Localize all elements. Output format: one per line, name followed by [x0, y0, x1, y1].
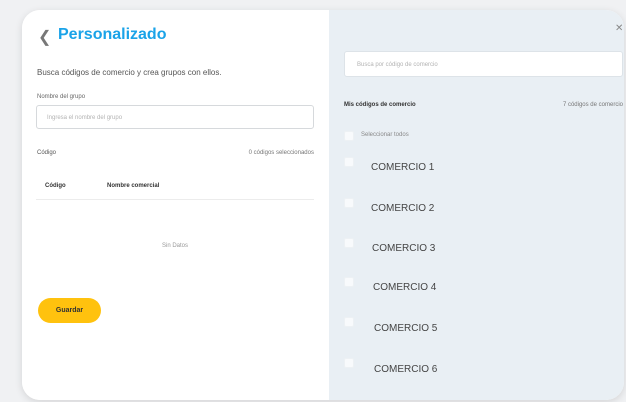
list-item-comercio-4[interactable]: COMERCIO 4	[344, 277, 614, 293]
close-icon[interactable]: ✕	[615, 23, 623, 34]
column-header-code: Código	[45, 183, 66, 189]
item-checkbox[interactable]	[344, 238, 354, 248]
item-checkbox[interactable]	[344, 277, 354, 287]
left-panel: ❮ Personalizado Busca códigos de comerci…	[22, 10, 329, 400]
table-header-divider	[36, 199, 314, 200]
description-text: Busca códigos de comercio y crea grupos …	[37, 68, 222, 77]
item-checkbox[interactable]	[344, 358, 354, 368]
item-label: COMERCIO 3	[372, 243, 436, 254]
my-codes-label: Mis códigos de comercio	[344, 102, 416, 108]
item-label: COMERCIO 2	[371, 203, 435, 214]
column-header-name: Nombre comercial	[107, 183, 160, 189]
list-item-comercio-5[interactable]: COMERCIO 5	[344, 317, 614, 334]
select-all-checkbox[interactable]	[344, 131, 354, 141]
back-chevron-icon[interactable]: ❮	[38, 27, 51, 47]
item-label: COMERCIO 5	[374, 323, 438, 334]
select-all-label: Seleccionar todos	[361, 132, 409, 138]
item-checkbox[interactable]	[344, 317, 354, 327]
group-name-input[interactable]: Ingresa el nombre del grupo	[36, 105, 314, 129]
list-item-comercio-3[interactable]: COMERCIO 3	[344, 238, 614, 254]
list-item-comercio-1[interactable]: COMERCIO 1	[344, 157, 614, 173]
save-button[interactable]: Guardar	[38, 298, 101, 323]
selected-count: 0 códigos seleccionados	[248, 150, 314, 156]
codes-count: 7 códigos de comercio	[562, 102, 623, 108]
item-label: COMERCIO 1	[371, 162, 435, 173]
modal-card: ❮ Personalizado Busca códigos de comerci…	[22, 10, 624, 400]
list-item-comercio-6[interactable]: COMERCIO 6	[344, 358, 614, 375]
right-panel: ✕ Busca por código de comercio Mis códig…	[329, 10, 624, 400]
code-label: Código	[37, 150, 57, 156]
list-item-comercio-2[interactable]: COMERCIO 2	[344, 198, 614, 214]
item-checkbox[interactable]	[344, 157, 354, 167]
empty-table-text: Sin Datos	[161, 243, 188, 249]
group-name-label: Nombre del grupo	[37, 94, 86, 100]
item-label: COMERCIO 6	[374, 364, 438, 375]
item-label: COMERCIO 4	[373, 282, 437, 293]
page-title: Personalizado	[58, 26, 167, 43]
search-input[interactable]: Busca por código de comercio	[344, 51, 623, 77]
select-all-row[interactable]: Seleccionar todos	[344, 131, 614, 145]
item-checkbox[interactable]	[344, 198, 354, 208]
